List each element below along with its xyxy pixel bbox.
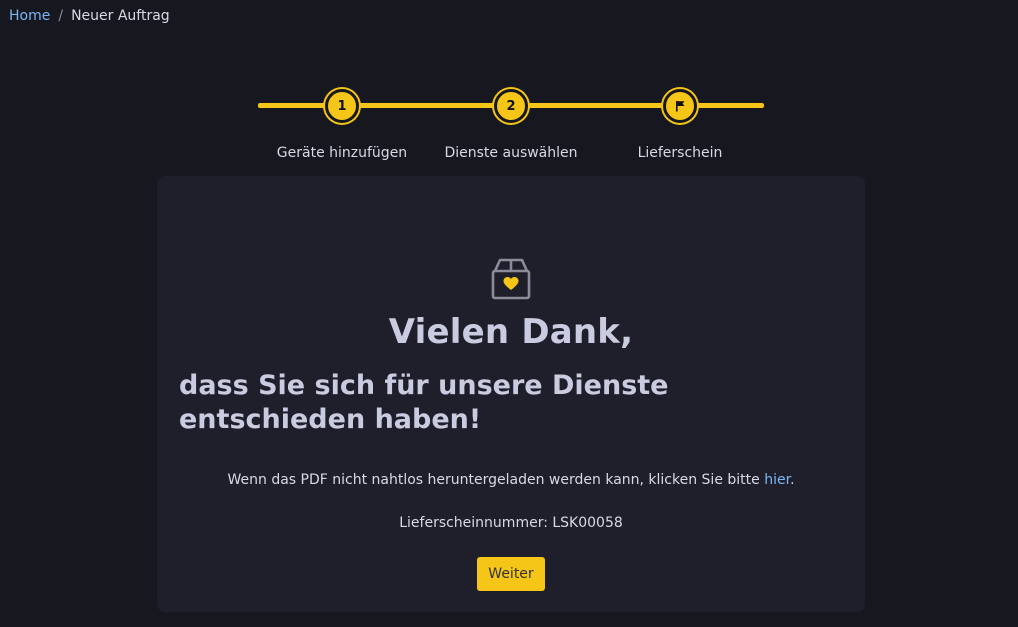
step-geraete-hinzufuegen[interactable]: 1 Geräte hinzufügen <box>252 88 432 161</box>
box-heart-icon <box>491 258 531 300</box>
delivery-number-value: LSK00058 <box>552 515 623 531</box>
step-label: Geräte hinzufügen <box>276 145 408 161</box>
step-flag <box>663 89 697 123</box>
step-dienste-auswaehlen[interactable]: 2 Dienste auswählen <box>421 88 601 161</box>
step-number-2: 2 <box>494 89 528 123</box>
delivery-number-label: Lieferscheinnummer: <box>399 515 548 531</box>
thank-you-subtitle: dass Sie sich für unsere Dienste entschi… <box>179 370 669 435</box>
flag-icon <box>676 101 685 112</box>
step-number-1: 1 <box>325 89 359 123</box>
step-label: Lieferschein <box>637 145 723 161</box>
pdf-note-suffix: . <box>790 472 795 488</box>
step-label: Dienste auswählen <box>444 145 578 161</box>
delivery-number: Lieferscheinnummer: LSK00058 <box>157 515 865 531</box>
page: Home / Neuer Auftrag 1 Geräte hinzufügen… <box>0 0 1018 627</box>
pdf-note-text: Wenn das PDF nicht nahtlos heruntergelad… <box>227 472 765 488</box>
pdf-download-note: Wenn das PDF nicht nahtlos heruntergelad… <box>157 472 865 488</box>
continue-button[interactable]: Weiter <box>477 557 545 591</box>
step-lieferschein[interactable]: Lieferschein <box>590 88 770 161</box>
confirmation-card: Vielen Dank, dass Sie sich für unsere Di… <box>157 176 865 612</box>
pdf-download-link[interactable]: hier <box>764 472 790 488</box>
thank-you-title: Vielen Dank, <box>388 312 634 352</box>
stepper: 1 Geräte hinzufügen 2 Dienste auswählen … <box>0 0 1018 170</box>
